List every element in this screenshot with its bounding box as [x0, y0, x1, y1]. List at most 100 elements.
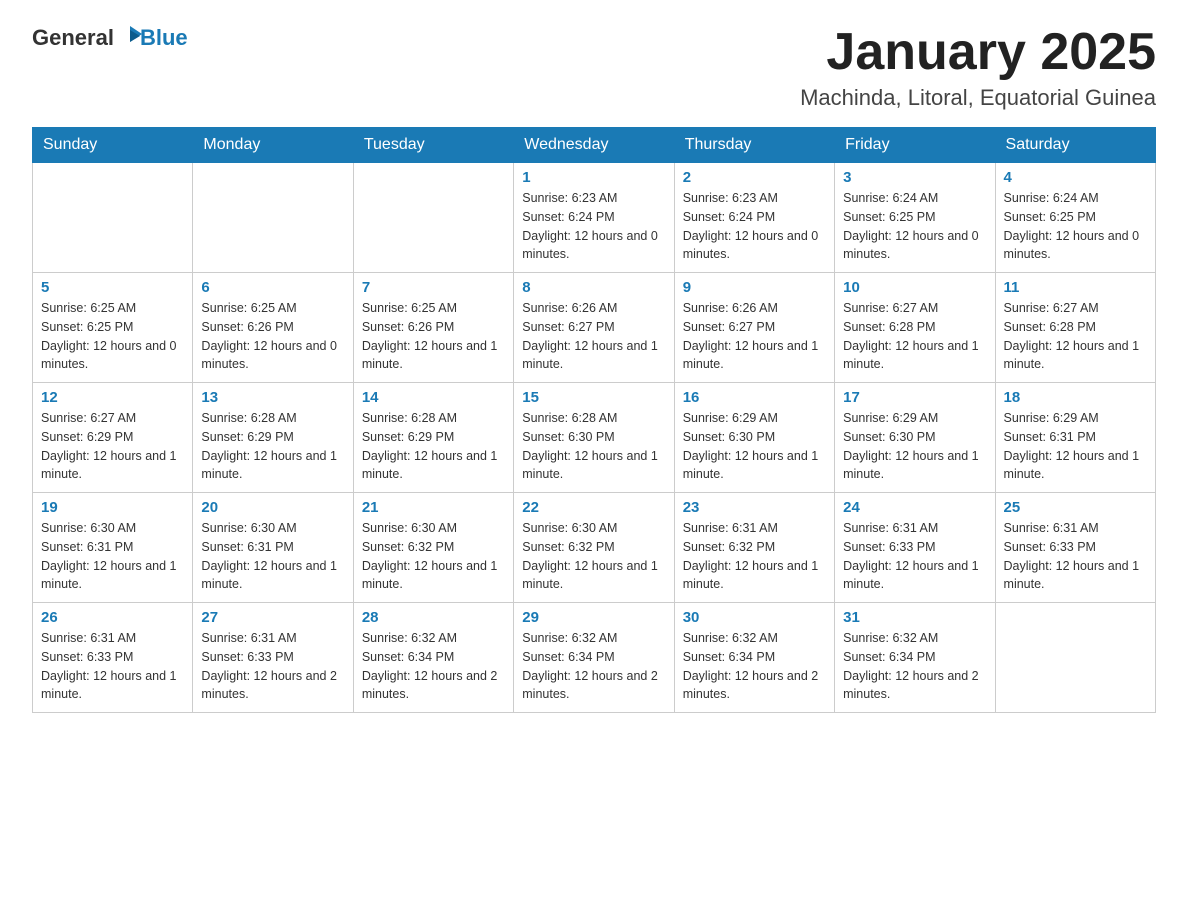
calendar-cell: 25 Sunrise: 6:31 AM Sunset: 6:33 PM Dayli…	[995, 493, 1155, 603]
cell-day-number: 11	[1004, 279, 1147, 296]
calendar-cell: 7 Sunrise: 6:25 AM Sunset: 6:26 PM Daylig…	[353, 273, 513, 383]
calendar-cell	[193, 163, 353, 273]
calendar-header-row: SundayMondayTuesdayWednesdayThursdayFrid…	[33, 128, 1156, 163]
calendar-cell: 13Sunrise: 6:28 AM Sunset: 6:29 PM Dayli…	[193, 383, 353, 493]
cell-day-number: 5	[41, 279, 184, 296]
logo: General Blue	[32, 24, 188, 52]
calendar-cell: 31 Sunrise: 6:32 AM Sunset: 6:34 PM Dayli…	[835, 603, 995, 713]
cell-day-number: 16	[683, 389, 826, 406]
calendar-cell: 28 Sunrise: 6:32 AM Sunset: 6:34 PM Dayli…	[353, 603, 513, 713]
cell-day-number: 19	[41, 499, 184, 516]
calendar-cell: 12 Sunrise: 6:27 AM Sunset: 6:29 PM Dayli…	[33, 383, 193, 493]
calendar-cell: 5 Sunrise: 6:25 AM Sunset: 6:25 PM Daylig…	[33, 273, 193, 383]
cell-day-number: 17	[843, 389, 986, 406]
calendar-cell: 1Sunrise: 6:23 AM Sunset: 6:24 PM Daylig…	[514, 163, 674, 273]
cell-day-number: 20	[201, 499, 344, 516]
cell-day-number: 2	[683, 169, 826, 186]
cell-day-number: 24	[843, 499, 986, 516]
cell-sun-info: Sunrise: 6:32 AM Sunset: 6:34 PM Dayligh…	[362, 629, 505, 704]
calendar-title: January 2025	[800, 24, 1156, 81]
calendar-cell: 20 Sunrise: 6:30 AM Sunset: 6:31 PM Dayli…	[193, 493, 353, 603]
cell-sun-info: Sunrise: 6:31 AM Sunset: 6:32 PM Dayligh…	[683, 519, 826, 594]
calendar-cell: 9Sunrise: 6:26 AM Sunset: 6:27 PM Daylig…	[674, 273, 834, 383]
day-header-thursday: Thursday	[674, 128, 834, 163]
cell-sun-info: Sunrise: 6:27 AM Sunset: 6:28 PM Dayligh…	[1004, 299, 1147, 374]
cell-day-number: 22	[522, 499, 665, 516]
cell-day-number: 15	[522, 389, 665, 406]
day-header-monday: Monday	[193, 128, 353, 163]
day-header-sunday: Sunday	[33, 128, 193, 163]
calendar-cell: 8 Sunrise: 6:26 AM Sunset: 6:27 PM Daylig…	[514, 273, 674, 383]
calendar-cell: 16Sunrise: 6:29 AM Sunset: 6:30 PM Dayli…	[674, 383, 834, 493]
cell-sun-info: Sunrise: 6:28 AM Sunset: 6:29 PM Dayligh…	[362, 409, 505, 484]
cell-day-number: 21	[362, 499, 505, 516]
cell-sun-info: Sunrise: 6:24 AM Sunset: 6:25 PM Dayligh…	[843, 189, 986, 264]
calendar-cell: 15 Sunrise: 6:28 AM Sunset: 6:30 PM Dayli…	[514, 383, 674, 493]
calendar-week-row: 19 Sunrise: 6:30 AM Sunset: 6:31 PM Dayli…	[33, 493, 1156, 603]
cell-sun-info: Sunrise: 6:24 AM Sunset: 6:25 PM Dayligh…	[1004, 189, 1147, 264]
cell-sun-info: Sunrise: 6:31 AM Sunset: 6:33 PM Dayligh…	[201, 629, 344, 704]
cell-day-number: 8	[522, 279, 665, 296]
calendar-cell: 11 Sunrise: 6:27 AM Sunset: 6:28 PM Dayli…	[995, 273, 1155, 383]
day-header-wednesday: Wednesday	[514, 128, 674, 163]
calendar-cell: 23 Sunrise: 6:31 AM Sunset: 6:32 PM Dayli…	[674, 493, 834, 603]
calendar-cell: 14 Sunrise: 6:28 AM Sunset: 6:29 PM Dayli…	[353, 383, 513, 493]
cell-day-number: 25	[1004, 499, 1147, 516]
cell-day-number: 3	[843, 169, 986, 186]
cell-sun-info: Sunrise: 6:29 AM Sunset: 6:31 PM Dayligh…	[1004, 409, 1147, 484]
calendar-cell: 21 Sunrise: 6:30 AM Sunset: 6:32 PM Dayli…	[353, 493, 513, 603]
day-header-tuesday: Tuesday	[353, 128, 513, 163]
cell-sun-info: Sunrise: 6:27 AM Sunset: 6:28 PM Dayligh…	[843, 299, 986, 374]
cell-sun-info: Sunrise: 6:31 AM Sunset: 6:33 PM Dayligh…	[41, 629, 184, 704]
cell-day-number: 1	[522, 169, 665, 186]
cell-day-number: 14	[362, 389, 505, 406]
cell-sun-info: Sunrise: 6:25 AM Sunset: 6:26 PM Dayligh…	[201, 299, 344, 374]
cell-sun-info: Sunrise: 6:30 AM Sunset: 6:31 PM Dayligh…	[201, 519, 344, 594]
day-header-friday: Friday	[835, 128, 995, 163]
calendar-subtitle: Machinda, Litoral, Equatorial Guinea	[800, 85, 1156, 111]
cell-day-number: 28	[362, 609, 505, 626]
cell-day-number: 9	[683, 279, 826, 296]
cell-sun-info: Sunrise: 6:29 AM Sunset: 6:30 PM Dayligh…	[843, 409, 986, 484]
calendar-week-row: 12 Sunrise: 6:27 AM Sunset: 6:29 PM Dayli…	[33, 383, 1156, 493]
calendar-cell: 27Sunrise: 6:31 AM Sunset: 6:33 PM Dayli…	[193, 603, 353, 713]
cell-day-number: 6	[201, 279, 344, 296]
cell-sun-info: Sunrise: 6:25 AM Sunset: 6:25 PM Dayligh…	[41, 299, 184, 374]
cell-sun-info: Sunrise: 6:28 AM Sunset: 6:30 PM Dayligh…	[522, 409, 665, 484]
cell-sun-info: Sunrise: 6:32 AM Sunset: 6:34 PM Dayligh…	[683, 629, 826, 704]
cell-day-number: 4	[1004, 169, 1147, 186]
cell-sun-info: Sunrise: 6:31 AM Sunset: 6:33 PM Dayligh…	[1004, 519, 1147, 594]
cell-day-number: 18	[1004, 389, 1147, 406]
cell-sun-info: Sunrise: 6:30 AM Sunset: 6:32 PM Dayligh…	[362, 519, 505, 594]
calendar-cell: 6 Sunrise: 6:25 AM Sunset: 6:26 PM Daylig…	[193, 273, 353, 383]
cell-day-number: 12	[41, 389, 184, 406]
cell-day-number: 10	[843, 279, 986, 296]
cell-sun-info: Sunrise: 6:27 AM Sunset: 6:29 PM Dayligh…	[41, 409, 184, 484]
cell-sun-info: Sunrise: 6:26 AM Sunset: 6:27 PM Dayligh…	[522, 299, 665, 374]
calendar-cell	[353, 163, 513, 273]
calendar-cell: 4 Sunrise: 6:24 AM Sunset: 6:25 PM Daylig…	[995, 163, 1155, 273]
calendar-cell	[33, 163, 193, 273]
calendar-cell: 22Sunrise: 6:30 AM Sunset: 6:32 PM Dayli…	[514, 493, 674, 603]
calendar-cell: 19Sunrise: 6:30 AM Sunset: 6:31 PM Dayli…	[33, 493, 193, 603]
logo-blue-text: Blue	[140, 25, 188, 51]
calendar-cell	[995, 603, 1155, 713]
calendar-cell: 18 Sunrise: 6:29 AM Sunset: 6:31 PM Dayli…	[995, 383, 1155, 493]
title-area: January 2025 Machinda, Litoral, Equatori…	[800, 24, 1156, 111]
day-header-saturday: Saturday	[995, 128, 1155, 163]
calendar-week-row: 26Sunrise: 6:31 AM Sunset: 6:33 PM Dayli…	[33, 603, 1156, 713]
cell-sun-info: Sunrise: 6:25 AM Sunset: 6:26 PM Dayligh…	[362, 299, 505, 374]
cell-day-number: 30	[683, 609, 826, 626]
cell-day-number: 29	[522, 609, 665, 626]
header: General Blue January 2025 Machinda, Lito…	[32, 24, 1156, 111]
cell-day-number: 31	[843, 609, 986, 626]
cell-sun-info: Sunrise: 6:32 AM Sunset: 6:34 PM Dayligh…	[522, 629, 665, 704]
cell-sun-info: Sunrise: 6:32 AM Sunset: 6:34 PM Dayligh…	[843, 629, 986, 704]
cell-sun-info: Sunrise: 6:28 AM Sunset: 6:29 PM Dayligh…	[201, 409, 344, 484]
calendar-cell: 26Sunrise: 6:31 AM Sunset: 6:33 PM Dayli…	[33, 603, 193, 713]
calendar-cell: 24Sunrise: 6:31 AM Sunset: 6:33 PM Dayli…	[835, 493, 995, 603]
calendar-cell: 10 Sunrise: 6:27 AM Sunset: 6:28 PM Dayli…	[835, 273, 995, 383]
cell-day-number: 23	[683, 499, 826, 516]
cell-day-number: 7	[362, 279, 505, 296]
calendar-table: SundayMondayTuesdayWednesdayThursdayFrid…	[32, 127, 1156, 713]
